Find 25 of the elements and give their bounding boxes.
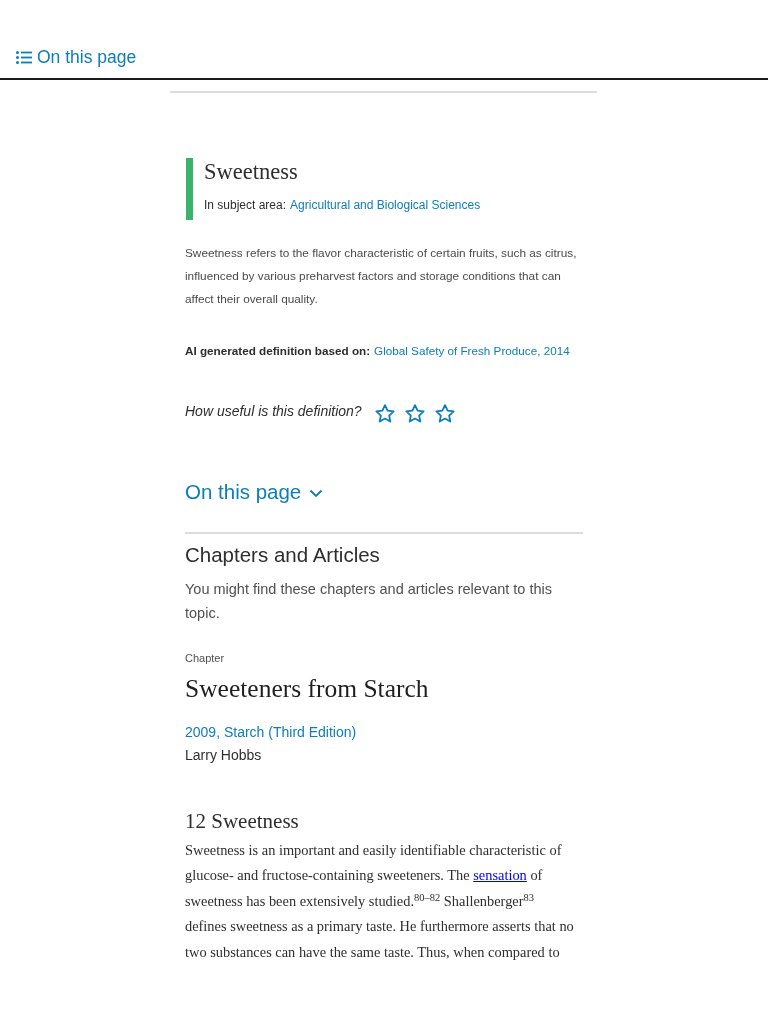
accent-bar [186, 158, 193, 220]
chevron-down-icon [309, 488, 324, 498]
chapter-excerpt: Sweetness is an important and easily identifiable characteristic of glucose- and fructose-containing sweeteners. The sensation of sweetness has been extensively studied.$^{80–82}$ Shallenberger$^{83}$ defines sweetness as a primary taste. He furthermore asserts that no two substances can have the same taste. Thus, when compared to [185, 841, 575, 962]
subject-area-label: In subject area: [204, 197, 287, 213]
on-this-page-button[interactable]: On this page [16, 46, 137, 68]
source-label: AI generated definition based on: [185, 343, 371, 359]
definition-text: Sweetness refers to the flavor characteristic of certain fruits, such as citrus, influenced by various preharvest factors and storage conditions that can affect their overall quality. [185, 245, 578, 308]
rating-question: How useful is this definition? [185, 402, 362, 420]
content-type-label: Chapter [185, 651, 225, 665]
section-intro: You might find these chapters and articles relevant to this topic. [185, 580, 553, 623]
chapter-title[interactable]: Sweeteners from Starch [185, 675, 429, 703]
section-title: 12 Sweetness [185, 808, 299, 834]
on-this-page-toggle[interactable]: On this page [185, 480, 324, 504]
star-rating[interactable] [374, 403, 455, 423]
list-icon [16, 50, 32, 64]
section-heading: Chapters and Articles [185, 543, 381, 567]
term-link[interactable]: sensation [473, 867, 527, 884]
term-title: Sweetness [204, 158, 299, 186]
subject-area-link[interactable]: Agricultural and Biological Sciences [290, 197, 481, 213]
star-icon[interactable] [434, 403, 455, 423]
chapter-source-link[interactable]: 2009, Starch (Third Edition) [185, 721, 357, 744]
source-link[interactable]: Global Safety of Fresh Produce, 2014 [374, 343, 570, 359]
star-icon[interactable] [374, 403, 395, 423]
chapter-author: Larry Hobbs [185, 746, 262, 765]
star-icon[interactable] [404, 403, 425, 423]
